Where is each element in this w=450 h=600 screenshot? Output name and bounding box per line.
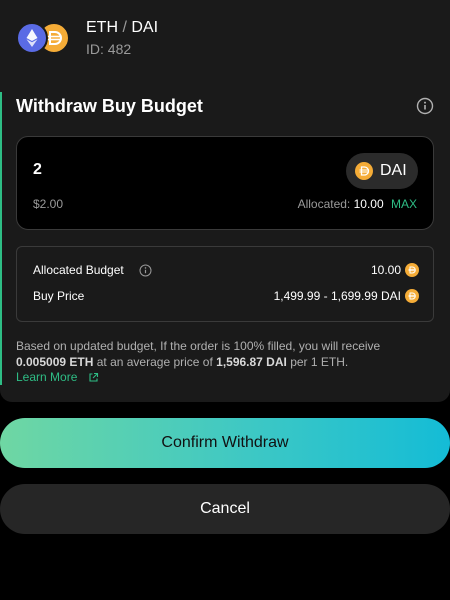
token-pair-icons (16, 22, 72, 54)
info-icon[interactable] (139, 264, 152, 277)
token-selector[interactable]: DAI (346, 153, 418, 189)
token-selector-label: DAI (380, 162, 407, 179)
average-price: 1,596.87 DAI (216, 355, 287, 369)
note-text-3: per 1 ETH. (286, 355, 349, 369)
allocated-value: 10.00 (353, 197, 384, 211)
eth-token-icon (16, 22, 48, 54)
confirm-withdraw-button[interactable]: Confirm Withdraw (0, 418, 450, 468)
allocated-label: Allocated: (297, 197, 351, 211)
withdraw-modal: ETH / DAI ID: 482 Withdraw Buy Budget 2 (0, 0, 450, 402)
allocated-budget-label: Allocated Budget (33, 263, 124, 277)
receive-amount: 0.005009 ETH (16, 355, 94, 369)
pair-header: ETH / DAI ID: 482 (0, 0, 450, 76)
buy-price-label: Buy Price (33, 289, 85, 303)
amount-input[interactable]: 2 (33, 161, 42, 179)
note-text-1: Based on updated budget, If the order is… (16, 339, 381, 353)
allocated-row: Allocated: 10.00 MAX (298, 197, 417, 211)
pair-separator: / (122, 19, 127, 36)
info-icon[interactable] (416, 97, 434, 115)
cancel-button[interactable]: Cancel (0, 484, 450, 534)
amount-input-box[interactable]: 2 DAI $2.00 Allocated: 10.00 MAX (16, 136, 434, 230)
learn-more-link[interactable]: Learn More (16, 370, 77, 384)
fill-estimate-note: Based on updated budget, If the order is… (16, 338, 416, 370)
buy-price-value: 1,499.99 - 1,699.99 DAI (273, 289, 401, 303)
section-title: Withdraw Buy Budget (16, 96, 203, 116)
withdraw-section: Withdraw Buy Budget 2 DAI $2.00 Allocate… (0, 92, 450, 385)
usd-value: $2.00 (33, 197, 64, 211)
budget-details: Allocated Budget 10.00 Buy Price 1,499.9… (16, 246, 434, 322)
pair-title: ETH / DAI (86, 19, 158, 37)
dai-token-icon (355, 162, 373, 180)
quote-token: DAI (131, 19, 159, 36)
max-button[interactable]: MAX (391, 197, 417, 211)
cancel-label: Cancel (200, 500, 250, 517)
external-link-icon[interactable] (88, 372, 99, 383)
note-text-2: at an average price of (93, 355, 217, 369)
dai-token-icon (405, 289, 419, 303)
allocated-budget-value: 10.00 (370, 263, 401, 277)
dai-token-icon (405, 263, 419, 277)
base-token: ETH (86, 19, 118, 36)
confirm-withdraw-label: Confirm Withdraw (161, 434, 289, 451)
order-id: ID: 482 (86, 41, 132, 57)
